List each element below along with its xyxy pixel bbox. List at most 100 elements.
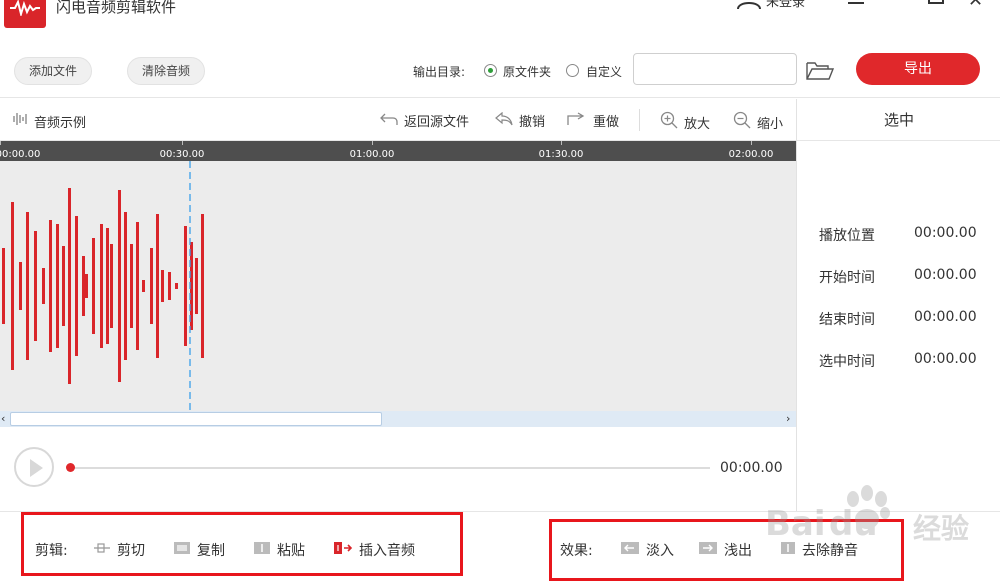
copy-icon [173, 541, 197, 559]
audio-sample-label: 音频示例 [12, 111, 86, 131]
waveform-area[interactable] [0, 161, 796, 411]
remove-silence-button[interactable]: 去除静音 [780, 540, 858, 560]
scrollbar-thumb[interactable] [10, 412, 382, 426]
output-dir-label: 输出目录: [413, 65, 466, 79]
selected-time-label: 选中时间 [819, 354, 875, 370]
bottom-toolbar: 剪辑: 剪切 复制 粘贴 插入音频 效果: 淡入 浅出 去除静音 [0, 511, 1000, 586]
zoom-in-button[interactable]: 放大 [660, 111, 710, 133]
ruler-tick-label: 01:30.00 [538, 149, 584, 160]
waveform-bar [82, 256, 85, 316]
user-account[interactable]: 未登录 [736, 0, 805, 10]
start-time-label: 开始时间 [819, 270, 875, 286]
app-title: 闪电音频剪辑软件 [56, 0, 177, 16]
ruler-tick-label: 01:00.00 [349, 149, 395, 160]
fade-in-button[interactable]: 淡入 [620, 540, 674, 560]
ruler-tick [372, 141, 373, 145]
effects-label: 效果: [560, 543, 593, 559]
selected-time-value: 00:00.00 [914, 351, 977, 367]
redo-label: 重做 [593, 115, 620, 130]
play-position-label: 播放位置 [819, 228, 875, 244]
insert-audio-button[interactable]: 插入音频 [333, 540, 415, 560]
back-to-source-button[interactable]: 返回源文件 [380, 111, 469, 130]
user-login-label: 未登录 [766, 0, 806, 10]
waveform-bar [49, 220, 52, 352]
waveform-bar [2, 248, 5, 324]
waveform-bar [150, 248, 153, 324]
waveform-bar [42, 268, 45, 304]
return-icon [380, 112, 404, 130]
zoom-out-label: 缩小 [757, 116, 784, 132]
zoom-out-button[interactable]: 缩小 [733, 111, 783, 133]
radio-custom[interactable] [566, 64, 579, 77]
timeline-scrollbar[interactable]: ‹ › [0, 411, 796, 427]
ruler-tick [182, 141, 183, 145]
fade-out-button[interactable]: 浅出 [698, 540, 752, 560]
progress-handle[interactable] [66, 463, 75, 472]
ruler-tick [561, 141, 562, 145]
player-bar: 00:00.00 [0, 427, 796, 511]
redo-button[interactable]: 重做 [567, 111, 619, 130]
undo-button[interactable]: 撤销 [495, 111, 545, 130]
copy-button[interactable]: 复制 [173, 540, 225, 560]
waveform-bar [201, 214, 204, 358]
waveform-bar [142, 280, 145, 292]
waveform-bar [168, 272, 171, 300]
radio-custom-label[interactable]: 自定义 [586, 63, 622, 80]
fade-in-label: 淡入 [646, 543, 674, 559]
insert-audio-icon [333, 541, 359, 559]
waveform-bar [56, 224, 59, 348]
fade-in-icon [620, 541, 646, 559]
remove-silence-label: 去除静音 [802, 543, 858, 559]
close-button[interactable]: ✕ [968, 0, 983, 11]
waveform-bar [195, 258, 198, 314]
waveform-bar [26, 212, 29, 360]
redo-icon [567, 111, 593, 130]
undo-label: 撤销 [519, 115, 546, 130]
waveform-bar [184, 226, 187, 346]
folder-open-icon[interactable] [806, 60, 835, 84]
waveform-bar [161, 270, 164, 302]
edit-tools-label: 剪辑: [35, 543, 68, 559]
zoom-in-icon [660, 111, 684, 133]
add-file-button[interactable]: 添加文件 [14, 57, 93, 85]
zoom-out-icon [733, 111, 757, 133]
waveform-bar [118, 190, 121, 382]
cut-label: 剪切 [117, 543, 145, 559]
scroll-right-arrow[interactable]: › [786, 412, 790, 425]
output-path-input[interactable] [633, 53, 797, 85]
export-button[interactable]: 导出 [856, 53, 980, 85]
radio-original-folder[interactable] [484, 64, 497, 77]
waveform-bar [100, 224, 103, 348]
waveform-bar [156, 214, 159, 358]
waveform-bar [175, 283, 178, 289]
back-to-source-label: 返回源文件 [404, 115, 470, 130]
cut-button[interactable]: 剪切 [93, 540, 145, 560]
end-time-label: 结束时间 [819, 312, 875, 328]
minimize-button[interactable] [848, 2, 864, 4]
maximize-button[interactable] [928, 0, 944, 4]
app-logo [4, 0, 46, 28]
ruler-tick [751, 141, 752, 145]
play-button[interactable] [14, 447, 54, 487]
paste-button[interactable]: 粘贴 [253, 540, 305, 560]
waveform-bar [62, 246, 65, 326]
waveform-graphic [2, 161, 204, 411]
timeline-ruler[interactable]: 00:00.00 00:30.00 01:00.00 01:30.00 02:0… [0, 141, 796, 161]
scroll-left-arrow[interactable]: ‹ [1, 412, 5, 425]
waveform-bar [136, 222, 139, 350]
progress-track[interactable] [72, 467, 710, 469]
user-icon [736, 0, 762, 13]
fade-out-icon [698, 541, 724, 559]
play-position-value: 00:00.00 [914, 225, 977, 241]
paste-icon [253, 541, 277, 559]
waveform-icon [12, 111, 34, 131]
waveform-bar [19, 262, 22, 310]
radio-original-folder-label[interactable]: 原文件夹 [503, 63, 551, 80]
clear-audio-button[interactable]: 清除音频 [127, 57, 206, 85]
ruler-tick-label: 02:00.00 [728, 149, 774, 160]
remove-silence-icon [780, 541, 802, 559]
title-bar: 闪电音频剪辑软件 未登录 ✕ [0, 0, 1000, 30]
insert-audio-label: 插入音频 [359, 543, 415, 559]
waveform-bar [75, 216, 78, 356]
copy-label: 复制 [197, 543, 225, 559]
